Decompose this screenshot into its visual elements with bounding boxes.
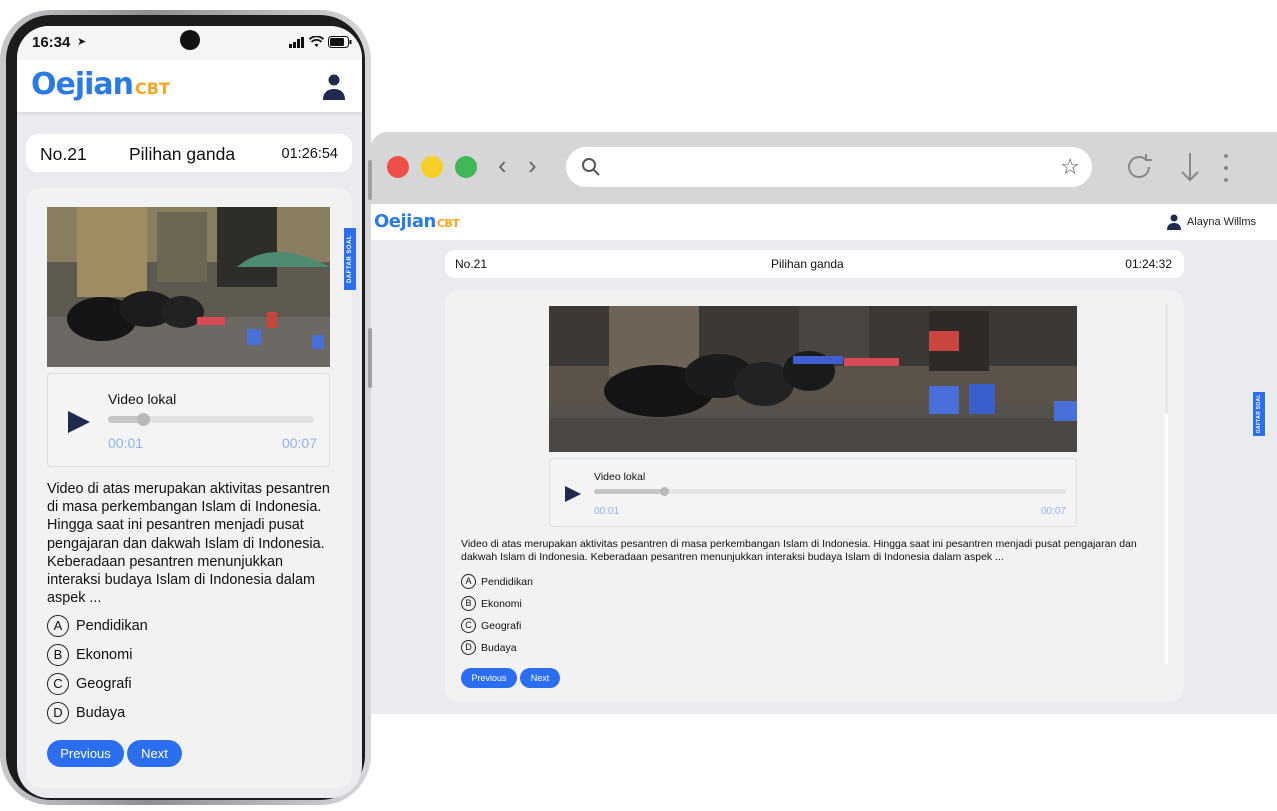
signal-icon	[289, 37, 304, 48]
option-b[interactable]: B Ekonomi	[461, 596, 522, 611]
star-icon[interactable]: ☆	[1060, 155, 1080, 179]
question-card: Video lokal 00:01 00:07 Video di atas me…	[445, 290, 1184, 702]
location-arrow-icon: ➤	[77, 36, 87, 48]
play-icon[interactable]	[564, 485, 582, 503]
close-window-button[interactable]	[387, 156, 409, 178]
video-title: Video lokal	[594, 471, 646, 483]
next-button[interactable]: Next	[127, 740, 182, 767]
option-c[interactable]: C Geografi	[461, 618, 521, 633]
wifi-icon	[309, 36, 324, 47]
app-header: OejianCBT Alayna Willms	[370, 204, 1277, 240]
front-camera	[180, 30, 200, 50]
power-button	[368, 328, 372, 388]
option-d[interactable]: D Budaya	[47, 702, 125, 724]
search-icon	[580, 156, 602, 183]
option-a[interactable]: A Pendidikan	[461, 574, 533, 589]
question-type: Pilihan ganda	[129, 144, 236, 164]
question-text: Video di atas merupakan aktivitas pesant…	[47, 481, 330, 607]
play-icon[interactable]	[67, 410, 91, 434]
minimize-window-button[interactable]	[421, 156, 443, 178]
app-header: Oejian CBT	[17, 60, 362, 112]
exam-timer: 01:26:54	[281, 146, 338, 162]
scrollbar[interactable]	[1165, 304, 1168, 664]
more-icon[interactable]	[1222, 152, 1230, 189]
video-title: Video lokal	[108, 391, 177, 407]
option-c[interactable]: C Geografi	[47, 673, 132, 695]
browser-window: ‹ › ☆ OejianCBT Alayna Willms No.21 Pili…	[370, 132, 1277, 714]
phone-frame: 16:34 ➤ Oejian CBT No.21 Pilihan ganda 01…	[0, 10, 372, 805]
exam-timer: 01:24:32	[1125, 257, 1172, 271]
download-icon[interactable]	[1178, 150, 1202, 189]
back-icon[interactable]: ‹	[498, 150, 507, 180]
status-time: 16:34	[32, 34, 71, 51]
question-number: No.21	[455, 257, 488, 271]
reload-icon[interactable]	[1122, 150, 1156, 189]
app-logo[interactable]: OejianCBT	[31, 68, 170, 106]
address-bar[interactable]: ☆	[566, 147, 1092, 187]
seek-handle[interactable]	[136, 413, 150, 426]
video-seek-bar[interactable]	[594, 487, 1066, 496]
app-logo[interactable]: OejianCBT	[374, 211, 460, 235]
volume-button	[368, 160, 372, 200]
question-card: Video lokal 00:01 00:07 Video di atas me…	[26, 188, 352, 788]
next-button[interactable]: Next	[520, 668, 560, 688]
video-current-time: 00:01	[594, 506, 620, 517]
user-menu[interactable]: Alayna Willms	[1166, 214, 1256, 230]
scrollbar-thumb[interactable]	[1165, 414, 1168, 664]
video-frame[interactable]	[47, 207, 330, 367]
exam-page: OejianCBT Alayna Willms No.21 Pilihan ga…	[370, 204, 1277, 714]
daftar-soal-tab[interactable]: DAFTAR SOAL	[1253, 392, 1265, 436]
video-player: Video lokal 00:01 00:07	[549, 458, 1077, 527]
maximize-window-button[interactable]	[455, 156, 477, 178]
video-total-time: 00:07	[281, 435, 317, 451]
forward-icon[interactable]: ›	[528, 150, 537, 180]
video-player: Video lokal 00:01 00:07	[47, 373, 330, 467]
phone-screen: 16:34 ➤ Oejian CBT No.21 Pilihan ganda 01…	[17, 26, 362, 798]
option-d[interactable]: D Budaya	[461, 640, 517, 655]
option-a[interactable]: A Pendidikan	[47, 615, 148, 637]
question-text: Video di atas merupakan aktivitas pesant…	[461, 538, 1137, 563]
video-total-time: 00:07	[1040, 506, 1066, 517]
seek-handle[interactable]	[660, 487, 670, 496]
battery-icon	[328, 36, 352, 48]
video-frame[interactable]	[549, 306, 1077, 452]
question-number: No.21	[40, 144, 87, 164]
previous-button[interactable]: Previous	[461, 668, 517, 688]
user-name: Alayna Willms	[1186, 216, 1256, 228]
option-b[interactable]: B Ekonomi	[47, 644, 132, 666]
status-bar: 16:34 ➤	[17, 26, 362, 60]
video-current-time: 00:01	[108, 435, 144, 451]
user-icon	[1166, 214, 1181, 230]
question-header: No.21 Pilihan ganda 01:24:32	[445, 250, 1184, 278]
question-header: No.21 Pilihan ganda 01:26:54	[26, 134, 352, 172]
browser-toolbar: ‹ › ☆	[370, 132, 1277, 204]
previous-button[interactable]: Previous	[47, 740, 124, 767]
question-type: Pilihan ganda	[771, 257, 844, 271]
video-seek-bar[interactable]	[108, 413, 314, 426]
daftar-soal-tab[interactable]: DAFTAR SOAL	[344, 228, 356, 290]
user-icon[interactable]	[323, 74, 345, 100]
